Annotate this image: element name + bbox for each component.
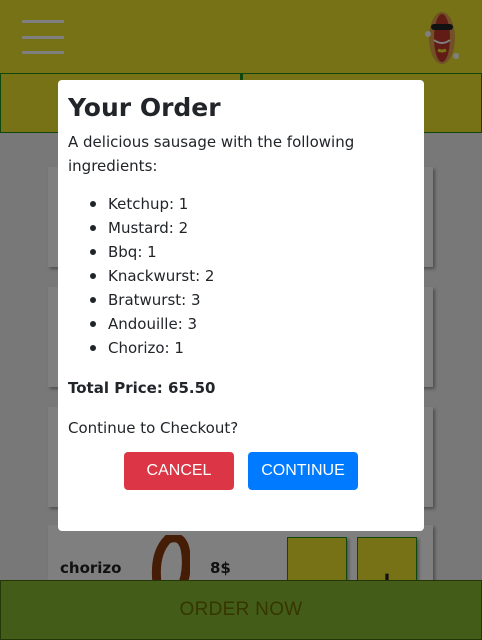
continue-button[interactable]: CONTINUE — [248, 452, 358, 490]
order-modal: Your Order A delicious sausage with the … — [58, 80, 424, 531]
total-price: Total Price: 65.50 — [68, 379, 216, 397]
ingredient-summary-list: Ketchup: 1 Mustard: 2 Bbq: 1 Knackwurst:… — [90, 192, 414, 360]
ingredient-item: Chorizo: 1 — [90, 336, 414, 360]
checkout-question: Continue to Checkout? — [68, 419, 239, 437]
modal-title: Your Order — [68, 93, 221, 122]
modal-description: A delicious sausage with the following i… — [68, 133, 355, 175]
cancel-button[interactable]: CANCEL — [124, 452, 234, 490]
ingredient-item: Bbq: 1 — [90, 240, 414, 264]
ingredient-item: Knackwurst: 2 — [90, 264, 414, 288]
ingredient-item: Bratwurst: 3 — [90, 288, 414, 312]
ingredient-item: Mustard: 2 — [90, 216, 414, 240]
modal-actions: CANCEL CONTINUE — [68, 452, 414, 490]
ingredient-item: Ketchup: 1 — [90, 192, 414, 216]
ingredient-item: Andouille: 3 — [90, 312, 414, 336]
